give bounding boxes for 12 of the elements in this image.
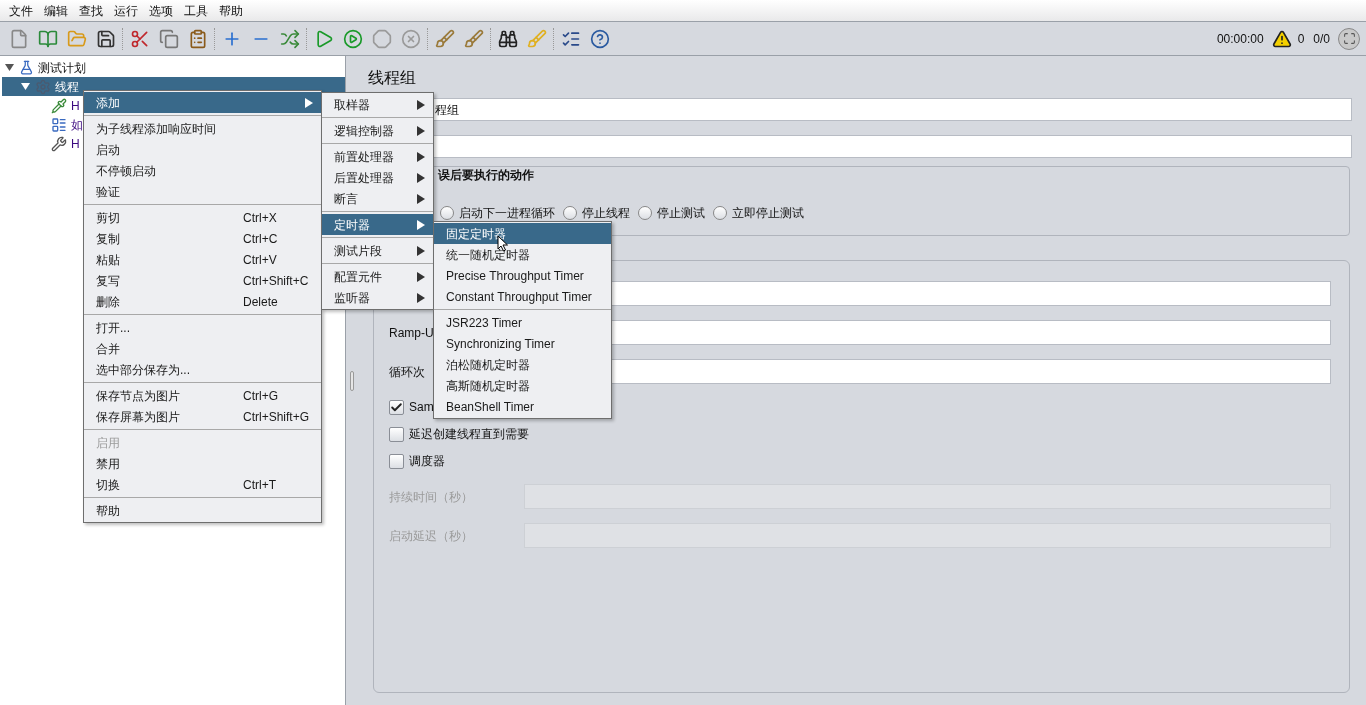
field-label: 启动延迟（秒） xyxy=(389,527,474,545)
thread-count: 0/0 xyxy=(1313,30,1330,48)
field-label: Ramp-U xyxy=(389,324,434,342)
panel-title: 线程组 xyxy=(368,68,417,88)
checkbox-label: 调度器 xyxy=(409,453,445,470)
group-title: 误后要执行的动作 xyxy=(438,168,535,182)
field-label: 持续时间（秒） xyxy=(389,488,474,506)
checkbox-label: 延迟创建线程直到需要 xyxy=(409,426,529,443)
field-label: 循环次 xyxy=(389,363,426,381)
elapsed-time: 00:00:00 xyxy=(1216,30,1264,48)
warning-count: 0 xyxy=(1297,30,1305,48)
checkbox-label: Sam xyxy=(409,399,434,416)
